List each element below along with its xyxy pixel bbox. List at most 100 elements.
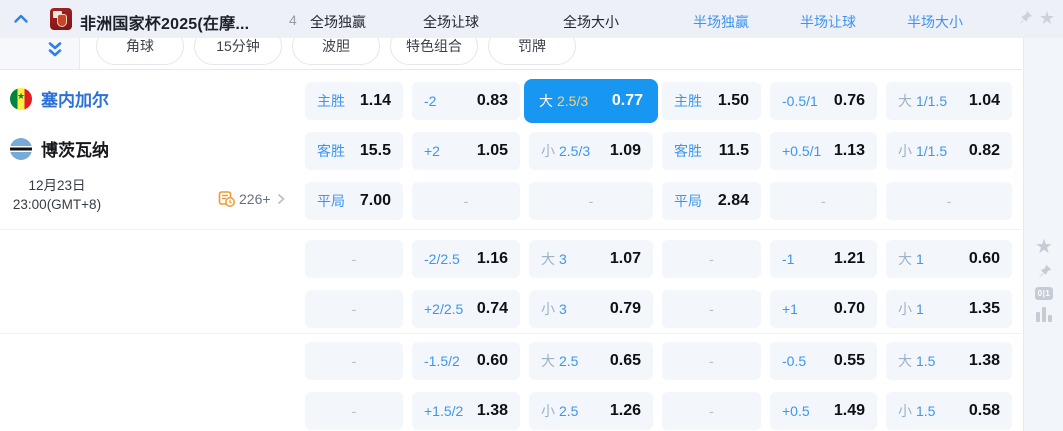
collapse-chevron-icon[interactable] [12, 10, 30, 28]
odds-value: 11.5 [718, 142, 749, 159]
odds-value: 15.5 [359, 142, 391, 159]
sidebar-icons: ★ 0|1 [1024, 237, 1063, 322]
odds-cell[interactable]: 平局 7.00 [305, 182, 403, 220]
match-datetime: 12月23日 23:00(GMT+8) [0, 176, 114, 214]
odds-cell[interactable]: 客胜 15.5 [305, 132, 403, 170]
odds-value: 0.65 [609, 352, 641, 369]
empty-odds-dash: - [351, 403, 357, 419]
odds-cell[interactable]: 客胜 11.5 [662, 132, 761, 170]
favorite-star-icon[interactable]: ★ [1035, 237, 1053, 257]
odds-cell-empty[interactable]: - [662, 290, 761, 328]
odds-label: +1.5/2 [424, 403, 464, 419]
odds-cell-empty[interactable]: - [305, 342, 403, 380]
tab-fulltime-1x2[interactable]: 全场独赢 [310, 12, 366, 32]
odds-label: +0.5 [782, 403, 810, 419]
league-header: 非洲国家杯2025(在摩... 4 全场独赢 全场让球 全场大小 半场独赢 半场… [0, 0, 1063, 38]
section-divider [0, 229, 1022, 230]
odds-cell-empty[interactable]: - [770, 182, 877, 220]
more-markets-count: 226+ [239, 190, 271, 207]
odds-label: 大1 [898, 251, 924, 267]
odds-cell[interactable]: +1.5/2 1.38 [412, 392, 520, 430]
odds-cell[interactable]: 小 2.5 1.26 [529, 392, 653, 430]
odds-cell[interactable]: +0.5/1 1.13 [770, 132, 877, 170]
odds-cell[interactable]: 小 1 1.35 [886, 290, 1012, 328]
favorite-star-icon[interactable]: ★ [1039, 9, 1055, 27]
odds-value: 2.84 [717, 192, 749, 209]
odds-cell[interactable]: 大 1.5 1.38 [886, 342, 1012, 380]
odds-cell-empty[interactable]: - [305, 392, 403, 430]
odds-cell[interactable]: 小 3 0.79 [529, 290, 653, 328]
odds-cell[interactable]: +0.5 1.49 [770, 392, 877, 430]
odds-label: 大3 [541, 251, 567, 267]
odds-label: -0.5/1 [782, 93, 818, 109]
odds-cell-empty[interactable]: - [529, 182, 653, 220]
odds-cell-empty[interactable]: - [662, 342, 761, 380]
odds-cell[interactable]: -1 1.21 [770, 240, 877, 278]
odds-label: 平局 [674, 193, 702, 209]
home-team-row[interactable]: 塞内加尔 [10, 86, 109, 111]
tab-halftime-handicap[interactable]: 半场让球 [800, 12, 856, 32]
away-team-row[interactable]: 博茨瓦纳 [10, 136, 109, 161]
odds-cell-empty[interactable]: - [412, 182, 520, 220]
empty-odds-dash: - [351, 301, 357, 317]
odds-value: 1.05 [476, 142, 508, 159]
odds-cell[interactable]: 大 1 0.60 [886, 240, 1012, 278]
odds-cell[interactable]: -0.5/1 0.76 [770, 82, 877, 120]
odds-cell[interactable]: 小 2.5/3 1.09 [529, 132, 653, 170]
odds-label: 小 2.5/3 [541, 143, 591, 159]
odds-cell[interactable]: 大 3 1.07 [529, 240, 653, 278]
zero-one-odds-icon[interactable]: 0|1 [1035, 287, 1053, 300]
pin-icon[interactable] [1036, 263, 1053, 280]
tab-fulltime-handicap[interactable]: 全场让球 [423, 12, 479, 32]
double-chevron-down-icon[interactable] [47, 41, 63, 58]
empty-odds-dash: - [946, 193, 952, 209]
odds-cell[interactable]: -1.5/2 0.60 [412, 342, 520, 380]
odds-cell[interactable]: -2/2.5 1.16 [412, 240, 520, 278]
odds-cell[interactable]: -0.5 0.55 [770, 342, 877, 380]
odds-cell[interactable]: +2 1.05 [412, 132, 520, 170]
stats-chart-icon[interactable] [1036, 307, 1052, 322]
odds-label: -1.5/2 [424, 353, 460, 369]
league-title[interactable]: 非洲国家杯2025(在摩... [80, 10, 249, 34]
odds-cell[interactable]: +2/2.5 0.74 [412, 290, 520, 328]
odds-value: 1.21 [833, 250, 865, 267]
odds-value: 0.83 [476, 92, 508, 109]
odds-cell[interactable]: 主胜 1.50 [662, 82, 761, 120]
tab-fulltime-overunder[interactable]: 全场大小 [563, 12, 619, 32]
odds-grid-alt-lines-1: - -2/2.5 1.16 大 3 1.07 - -1 1.21 大 1 0.60 - +2/2.5 0.7… [305, 240, 1012, 328]
odds-cell[interactable]: 小 1.5 0.58 [886, 392, 1012, 430]
odds-label: 大 2.5 [541, 353, 579, 369]
away-team-name[interactable]: 博茨瓦纳 [41, 136, 109, 161]
empty-odds-dash: - [709, 353, 714, 369]
odds-cell[interactable]: 主胜 1.14 [305, 82, 403, 120]
odds-cell[interactable]: 小 1/1.5 0.82 [886, 132, 1012, 170]
more-markets-link[interactable]: 226+ [218, 190, 287, 207]
match-sidebar: ★ 0|1 [1023, 38, 1063, 431]
odds-value: 0.77 [611, 92, 643, 109]
tab-halftime-overunder[interactable]: 半场大小 [907, 12, 963, 32]
odds-cell-empty[interactable]: - [662, 240, 761, 278]
odds-value: 1.26 [609, 402, 641, 419]
home-team-name[interactable]: 塞内加尔 [41, 86, 109, 111]
odds-cell[interactable]: +1 0.70 [770, 290, 877, 328]
odds-value: 0.58 [968, 402, 1000, 419]
section-divider [0, 333, 1022, 334]
odds-cell[interactable]: 大 1/1.5 1.04 [886, 82, 1012, 120]
empty-odds-dash: - [351, 353, 357, 369]
odds-value: 1.49 [833, 402, 865, 419]
odds-cell[interactable]: 大 2.5/3 0.77 [524, 79, 658, 123]
odds-label: 客胜 [317, 143, 345, 159]
odds-cell-empty[interactable]: - [886, 182, 1012, 220]
odds-cell-empty[interactable]: - [305, 290, 403, 328]
odds-cell-empty[interactable]: - [305, 240, 403, 278]
odds-cell[interactable]: 大 2.5 0.65 [529, 342, 653, 380]
odds-cell[interactable]: 平局 2.84 [662, 182, 761, 220]
pin-icon[interactable] [1016, 9, 1034, 27]
empty-odds-dash: - [821, 193, 826, 209]
odds-value: 1.38 [476, 402, 508, 419]
tab-halftime-1x2[interactable]: 半场独赢 [693, 12, 749, 32]
odds-value: 0.55 [833, 352, 865, 369]
odds-value: 1.16 [476, 250, 508, 267]
odds-cell-empty[interactable]: - [662, 392, 761, 430]
odds-cell[interactable]: -2 0.83 [412, 82, 520, 120]
